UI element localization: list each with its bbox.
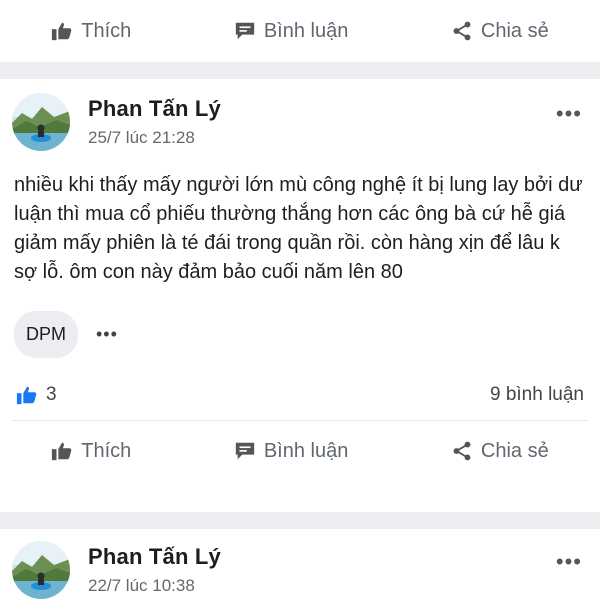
like-reaction-icon: [16, 386, 37, 405]
comment-count[interactable]: 9 bình luận: [490, 384, 584, 406]
like-label: Thích: [81, 439, 132, 462]
avatar-image: [12, 541, 70, 599]
author-name[interactable]: Phan Tấn Lý: [88, 96, 221, 122]
author-block: Phan Tấn Lý 22/7 lúc 10:38: [88, 544, 221, 596]
like-button[interactable]: Thích: [51, 20, 131, 43]
previous-post-actions: Thích Bình luận Chia sẻ: [0, 0, 600, 62]
post-time[interactable]: 25/7 lúc 21:28: [88, 128, 221, 148]
share-button[interactable]: Chia sẻ: [451, 440, 549, 463]
share-label: Chia sẻ: [480, 19, 549, 42]
comment-bubble-icon: [235, 442, 255, 460]
avatar-image: [12, 93, 70, 151]
thumbs-up-icon: [52, 22, 72, 41]
comment-bubble-icon: [235, 22, 255, 40]
like-label: Thích: [81, 19, 132, 42]
author-block: Phan Tấn Lý 25/7 lúc 21:28: [88, 96, 221, 148]
more-options-icon[interactable]: •••: [556, 101, 582, 127]
share-label: Chia sẻ: [480, 439, 549, 462]
like-count[interactable]: 3: [16, 384, 57, 406]
share-icon: [453, 441, 471, 461]
comment-button[interactable]: Bình luận: [234, 439, 349, 463]
next-post-card: Phan Tấn Lý 22/7 lúc 10:38 •••: [0, 529, 600, 600]
previous-post-card: Thích Bình luận Chia sẻ: [0, 0, 600, 62]
post-stats: 3 9 bình luận: [0, 358, 600, 406]
post-card: Phan Tấn Lý 25/7 lúc 21:28 ••• nhiều khi…: [0, 79, 600, 512]
post-header: Phan Tấn Lý 22/7 lúc 10:38 •••: [0, 529, 600, 599]
stock-tag[interactable]: DPM: [14, 311, 78, 358]
avatar[interactable]: [12, 93, 70, 151]
author-name[interactable]: Phan Tấn Lý: [88, 544, 221, 570]
like-count-value: 3: [46, 384, 57, 405]
post-header: Phan Tấn Lý 25/7 lúc 21:28 •••: [0, 79, 600, 151]
tag-row: DPM •••: [0, 287, 600, 358]
comment-label: Bình luận: [263, 439, 349, 462]
thumbs-up-icon: [52, 442, 72, 461]
share-button[interactable]: Chia sẻ: [451, 20, 549, 43]
share-icon: [453, 21, 471, 41]
comment-button[interactable]: Bình luận: [234, 19, 349, 43]
post-text: nhiều khi thấy mấy người lớn mù công ngh…: [14, 174, 583, 283]
comment-label: Bình luận: [263, 19, 349, 42]
like-button[interactable]: Thích: [51, 440, 131, 463]
tag-more-icon[interactable]: •••: [96, 324, 118, 345]
avatar[interactable]: [12, 541, 70, 599]
more-options-icon[interactable]: •••: [556, 549, 582, 575]
post-time[interactable]: 22/7 lúc 10:38: [88, 576, 221, 596]
post-actions: Thích Bình luận Chia sẻ: [0, 421, 600, 481]
